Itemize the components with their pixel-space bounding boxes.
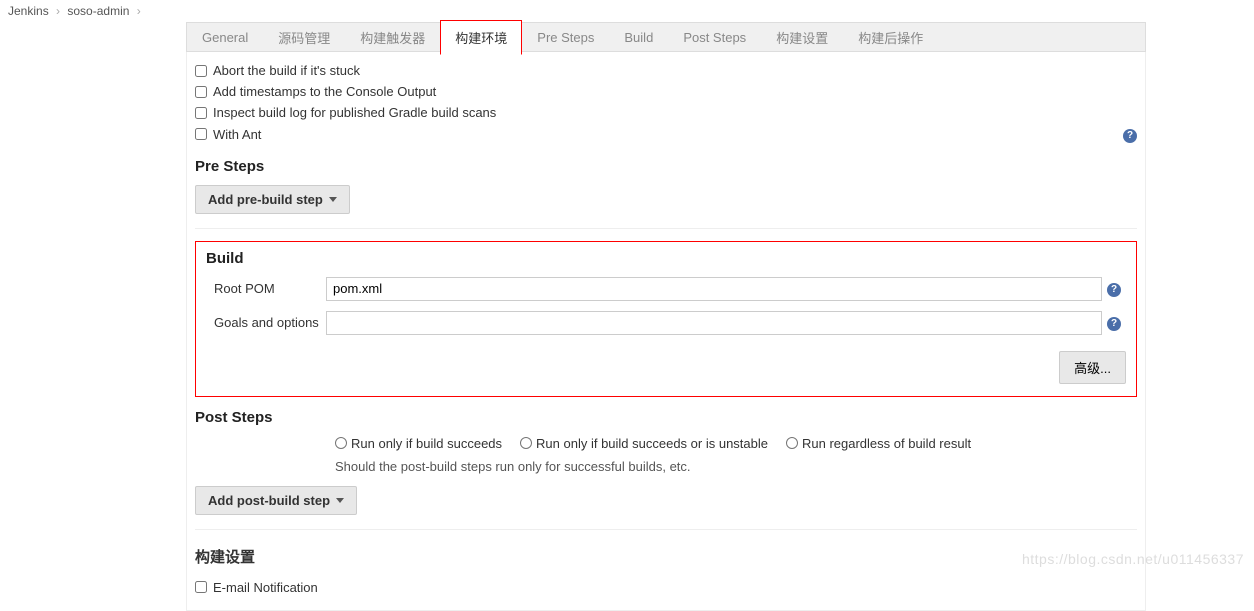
run-regardless-label: Run regardless of build result bbox=[802, 436, 971, 451]
advanced-button[interactable]: 高级... bbox=[1059, 351, 1126, 384]
run-if-succeeds-label: Run only if build succeeds bbox=[351, 436, 502, 451]
add-post-build-label: Add post-build step bbox=[208, 493, 330, 508]
run-if-unstable-radio[interactable] bbox=[520, 437, 532, 449]
build-settings-heading: 构建设置 bbox=[195, 546, 1137, 567]
goals-options-label: Goals and options bbox=[206, 315, 326, 330]
chevron-down-icon bbox=[336, 498, 344, 503]
tab-pre-steps[interactable]: Pre Steps bbox=[522, 23, 609, 52]
add-post-build-step-button[interactable]: Add post-build step bbox=[195, 486, 357, 515]
timestamps-label: Add timestamps to the Console Output bbox=[213, 84, 436, 99]
post-steps-heading: Post Steps bbox=[195, 409, 1137, 426]
chevron-down-icon bbox=[329, 197, 337, 202]
config-tabs: General 源码管理 构建触发器 构建环境 Pre Steps Build … bbox=[186, 22, 1146, 52]
tab-build-settings[interactable]: 构建设置 bbox=[761, 21, 843, 54]
goals-options-input[interactable] bbox=[326, 311, 1102, 335]
help-icon[interactable]: ? bbox=[1107, 283, 1121, 297]
tab-general[interactable]: General bbox=[187, 23, 263, 52]
run-if-unstable-label: Run only if build succeeds or is unstabl… bbox=[536, 436, 768, 451]
email-notification-label: E-mail Notification bbox=[213, 580, 318, 595]
abort-stuck-checkbox[interactable] bbox=[195, 65, 207, 77]
root-pom-input[interactable] bbox=[326, 277, 1102, 301]
gradle-scan-label: Inspect build log for published Gradle b… bbox=[213, 105, 496, 120]
tab-build-env[interactable]: 构建环境 bbox=[440, 20, 522, 55]
breadcrumb: Jenkins › soso-admin › bbox=[0, 0, 1254, 22]
run-if-succeeds-radio[interactable] bbox=[335, 437, 347, 449]
breadcrumb-sep: › bbox=[137, 4, 141, 18]
build-section: Build Root POM ? Goals and options ? 高级.… bbox=[195, 241, 1137, 397]
root-pom-label: Root POM bbox=[206, 281, 326, 296]
add-pre-build-step-button[interactable]: Add pre-build step bbox=[195, 185, 350, 214]
timestamps-checkbox[interactable] bbox=[195, 86, 207, 98]
watermark: https://blog.csdn.net/u011456337 bbox=[1022, 551, 1244, 567]
breadcrumb-sep: › bbox=[56, 4, 60, 18]
with-ant-label: With Ant bbox=[213, 127, 261, 142]
email-notification-checkbox[interactable] bbox=[195, 581, 207, 593]
tab-build[interactable]: Build bbox=[609, 23, 668, 52]
help-icon[interactable]: ? bbox=[1123, 129, 1137, 143]
abort-stuck-label: Abort the build if it's stuck bbox=[213, 63, 360, 78]
add-pre-build-label: Add pre-build step bbox=[208, 192, 323, 207]
tab-post-build[interactable]: 构建后操作 bbox=[843, 21, 938, 54]
with-ant-checkbox[interactable] bbox=[195, 128, 207, 140]
run-regardless-radio[interactable] bbox=[786, 437, 798, 449]
breadcrumb-root[interactable]: Jenkins bbox=[8, 4, 49, 18]
post-steps-hint: Should the post-build steps run only for… bbox=[335, 459, 1137, 474]
build-heading: Build bbox=[206, 250, 1126, 267]
tab-post-steps[interactable]: Post Steps bbox=[668, 23, 761, 52]
breadcrumb-project[interactable]: soso-admin bbox=[67, 4, 129, 18]
tab-scm[interactable]: 源码管理 bbox=[263, 21, 345, 54]
help-icon[interactable]: ? bbox=[1107, 317, 1121, 331]
tab-triggers[interactable]: 构建触发器 bbox=[345, 21, 440, 54]
pre-steps-heading: Pre Steps bbox=[195, 158, 1137, 175]
gradle-scan-checkbox[interactable] bbox=[195, 107, 207, 119]
